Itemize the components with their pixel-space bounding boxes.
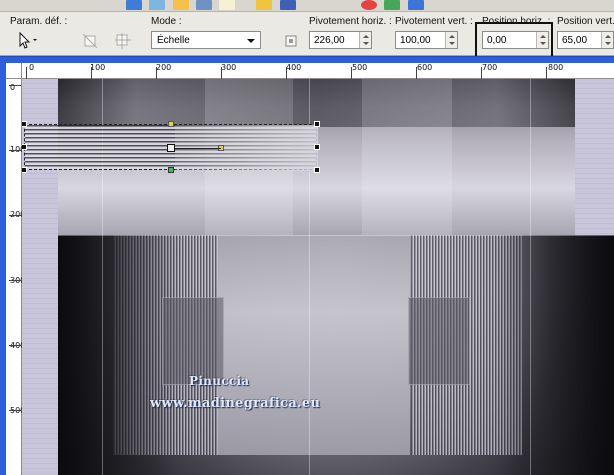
mode-value: Échelle	[157, 35, 190, 46]
grid-tool-icon[interactable]	[196, 0, 212, 10]
pos-v-value: 65,00	[562, 35, 588, 46]
ruler-top-100: 100	[90, 63, 106, 72]
pivot-line	[175, 148, 221, 149]
ruler-tick	[9, 85, 21, 86]
preset-label: Param. déf. :	[10, 16, 68, 27]
right-shadow	[494, 235, 614, 475]
resize-handle-bottom-right[interactable]	[314, 167, 320, 173]
pos-h-spinner[interactable]	[536, 32, 548, 48]
ruler-top-0: 0	[29, 63, 35, 72]
pos-h-label: Position horiz. :	[482, 16, 551, 27]
pivot-h-spinner[interactable]	[359, 32, 371, 48]
image-canvas[interactable]: Pinuccia www.madinegrafica.eu	[22, 79, 614, 475]
resize-handle-top-left[interactable]	[22, 121, 27, 127]
arrow-cursor-icon[interactable]	[17, 31, 39, 49]
mode-label: Mode :	[151, 16, 182, 27]
pivot-v-input[interactable]: 100,00	[395, 31, 458, 49]
ruler-tick	[9, 150, 21, 151]
ruler-top-200: 200	[156, 63, 172, 72]
center-grey-band	[218, 235, 410, 455]
watermark-name: Pinuccia	[189, 374, 250, 388]
pivot-v-label: Pivotement vert. :	[395, 16, 473, 27]
ruler-tick	[9, 280, 21, 281]
tool-options-bar: Param. déf. : Mode : Échelle Pivotement …	[0, 12, 614, 66]
chevron-down-icon	[247, 39, 255, 43]
ruler-top-300: 300	[221, 63, 237, 72]
selected-layer-box[interactable]	[22, 121, 320, 173]
upper-dark-band	[58, 79, 575, 127]
ruler-tick	[26, 67, 27, 79]
top-icon-strip	[0, 0, 614, 12]
pivot-v-value: 100,00	[400, 35, 431, 46]
ruler-top-800: 800	[548, 63, 564, 72]
pivot-h-value: 226,00	[314, 35, 345, 46]
resize-handle-bottom[interactable]	[168, 167, 174, 173]
right-square-panel	[408, 297, 470, 385]
blue-square-icon[interactable]	[280, 0, 296, 10]
ruler-tick	[416, 67, 417, 79]
left-square-panel	[162, 297, 224, 385]
ruler-tick	[91, 67, 92, 79]
pivot-h-input[interactable]: 226,00	[309, 31, 372, 49]
pos-v-spinner[interactable]	[601, 32, 613, 48]
pivot-point-icon[interactable]	[167, 144, 175, 152]
ruler-horizontal: 0 100 200 300 400 500 600 700 800	[22, 63, 614, 79]
ruler-tick	[9, 345, 21, 346]
ruler-tick	[9, 215, 21, 216]
resize-handle-top-right[interactable]	[314, 121, 320, 127]
pivot-v-spinner[interactable]	[445, 32, 457, 48]
yellow-tool-icon[interactable]	[256, 0, 272, 10]
paint-app-window: Param. déf. : Mode : Échelle Pivotement …	[0, 0, 614, 475]
ruler-top-700: 700	[482, 63, 498, 72]
ruler-top-500: 500	[352, 63, 368, 72]
ruler-vertical: 0 100 200 300 400 500	[6, 79, 25, 475]
ruler-top-600: 600	[417, 63, 433, 72]
align-icon[interactable]	[282, 32, 302, 50]
left-shadow	[58, 235, 178, 475]
resize-handle-right[interactable]	[314, 144, 320, 150]
pos-h-input[interactable]: 0,00	[482, 31, 549, 49]
ruler-corner	[6, 63, 22, 79]
folder-tool-icon[interactable]	[173, 0, 189, 10]
ruler-tick	[221, 67, 222, 79]
ruler-tick	[9, 410, 21, 411]
ruler-tick	[481, 67, 482, 79]
frame-tool-icon[interactable]	[219, 0, 235, 10]
pos-v-input[interactable]: 65,00	[557, 31, 614, 49]
pivot-h-label: Pivotement horiz. :	[309, 16, 392, 27]
crop-icon[interactable]	[113, 32, 133, 50]
blue-tool-icon[interactable]	[126, 0, 142, 10]
ruler-tick	[546, 67, 547, 79]
cyan-tool-icon[interactable]	[149, 0, 165, 10]
pos-v-label: Position vert. :	[557, 16, 614, 27]
ruler-tick	[351, 67, 352, 79]
blue-stop-icon[interactable]	[408, 0, 424, 10]
horizontal-guide-line	[58, 235, 614, 236]
rotation-handle-top[interactable]	[168, 121, 174, 127]
ruler-tick	[156, 67, 157, 79]
resize-handle-left[interactable]	[22, 144, 27, 150]
green-play-icon[interactable]	[384, 0, 400, 10]
transform-icon[interactable]	[81, 32, 101, 50]
pos-h-value: 0,00	[487, 35, 507, 46]
watermark-url: www.madinegrafica.eu	[150, 396, 321, 411]
upper-light-panel	[362, 79, 452, 235]
resize-handle-bottom-left[interactable]	[22, 167, 27, 173]
ruler-top-400: 400	[286, 63, 302, 72]
red-record-icon[interactable]	[361, 0, 377, 10]
vertical-guide-line	[530, 79, 531, 475]
ruler-tick	[286, 67, 287, 79]
mode-dropdown[interactable]: Échelle	[151, 31, 261, 49]
